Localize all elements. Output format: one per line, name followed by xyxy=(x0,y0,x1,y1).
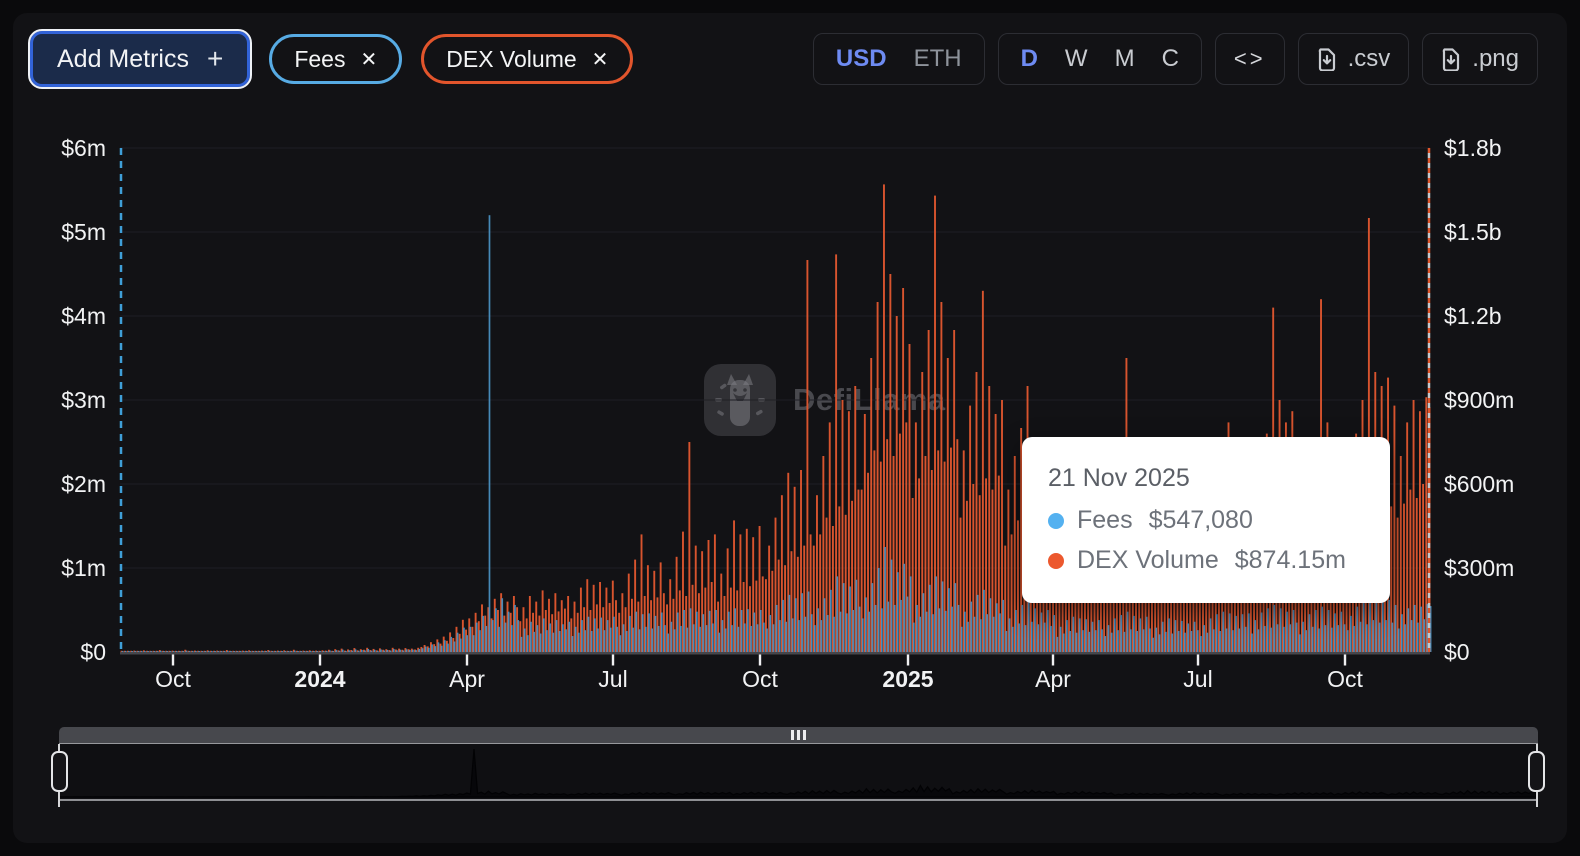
png-label: .png xyxy=(1472,45,1519,73)
close-icon[interactable]: ✕ xyxy=(592,47,609,72)
y-axis-right-label: $300m xyxy=(1444,555,1514,582)
plus-icon: + xyxy=(207,43,223,75)
brush-left-handle[interactable] xyxy=(51,751,68,792)
metric-chip-dex-volume[interactable]: DEX Volume ✕ xyxy=(421,34,633,84)
x-axis-label: 2024 xyxy=(294,666,345,693)
y-axis-right-label: $0 xyxy=(1444,639,1470,666)
tooltip-date: 21 Nov 2025 xyxy=(1048,464,1390,493)
metric-chip-fees[interactable]: Fees ✕ xyxy=(269,34,402,84)
chip-label: Fees xyxy=(294,46,345,73)
y-axis-left-label: $2m xyxy=(34,471,106,498)
download-csv-button[interactable]: .csv xyxy=(1298,33,1410,85)
dex-volume-dot-icon xyxy=(1048,553,1064,569)
tooltip-row-fees: Fees $547,080 xyxy=(1048,506,1390,535)
code-icon: <> xyxy=(1234,46,1266,72)
interval-toggle: D W M C xyxy=(998,33,1202,85)
tooltip-value: $547,080 xyxy=(1149,506,1253,535)
add-metrics-label: Add Metrics xyxy=(57,45,189,74)
interval-option-daily[interactable]: D xyxy=(1021,45,1038,73)
interval-option-weekly[interactable]: W xyxy=(1065,45,1088,73)
y-axis-right-label: $1.2b xyxy=(1444,303,1502,330)
y-axis-right-label: $600m xyxy=(1444,471,1514,498)
y-axis-left-label: $0 xyxy=(34,639,106,666)
tooltip-row-dex-volume: DEX Volume $874.15m xyxy=(1048,546,1390,575)
y-axis-right-label: $900m xyxy=(1444,387,1514,414)
brush-bottom-border xyxy=(59,799,1538,801)
defillama-logo-icon xyxy=(703,363,777,437)
y-axis-left-label: $6m xyxy=(34,135,106,162)
brush-track[interactable] xyxy=(59,744,1538,800)
x-axis-label: Jul xyxy=(598,666,627,693)
embed-code-button[interactable]: <> xyxy=(1215,33,1285,85)
download-png-button[interactable]: .png xyxy=(1422,33,1538,85)
fees-dot-icon xyxy=(1048,513,1064,529)
add-metrics-button[interactable]: Add Metrics + xyxy=(30,31,250,87)
currency-option-usd[interactable]: USD xyxy=(836,45,887,73)
x-axis-label: Jul xyxy=(1183,666,1212,693)
y-axis-left-label: $4m xyxy=(34,303,106,330)
x-axis-label: Oct xyxy=(155,666,191,693)
x-axis-label: Oct xyxy=(742,666,778,693)
y-axis-left-label: $3m xyxy=(34,387,106,414)
download-icon xyxy=(1317,48,1337,71)
tooltip-label: DEX Volume xyxy=(1077,546,1219,575)
currency-option-eth[interactable]: ETH xyxy=(914,45,962,73)
x-axis-label: 2025 xyxy=(882,666,933,693)
chart-tooltip: 21 Nov 2025 Fees $547,080 DEX Volume $87… xyxy=(1022,437,1390,603)
brush-right-handle[interactable] xyxy=(1528,751,1545,792)
x-axis-label: Oct xyxy=(1327,666,1363,693)
tooltip-label: Fees xyxy=(1077,506,1133,535)
interval-option-cumulative[interactable]: C xyxy=(1162,45,1179,73)
download-icon xyxy=(1441,48,1461,71)
x-axis-label: Apr xyxy=(449,666,485,693)
y-axis-left-label: $1m xyxy=(34,555,106,582)
watermark-text: DefiLlama xyxy=(793,382,946,418)
y-axis-right-label: $1.5b xyxy=(1444,219,1502,246)
tooltip-value: $874.15m xyxy=(1235,546,1346,575)
y-axis-left-label: $5m xyxy=(34,219,106,246)
chip-label: DEX Volume xyxy=(446,46,576,73)
watermark: DefiLlama xyxy=(703,363,946,437)
csv-label: .csv xyxy=(1348,45,1391,73)
interval-option-monthly[interactable]: M xyxy=(1115,45,1135,73)
y-axis-right-label: $1.8b xyxy=(1444,135,1502,162)
brush-pan-bar[interactable] xyxy=(59,727,1538,744)
x-axis-label: Apr xyxy=(1035,666,1071,693)
close-icon[interactable]: ✕ xyxy=(360,47,377,72)
currency-toggle: USD ETH xyxy=(813,33,985,85)
